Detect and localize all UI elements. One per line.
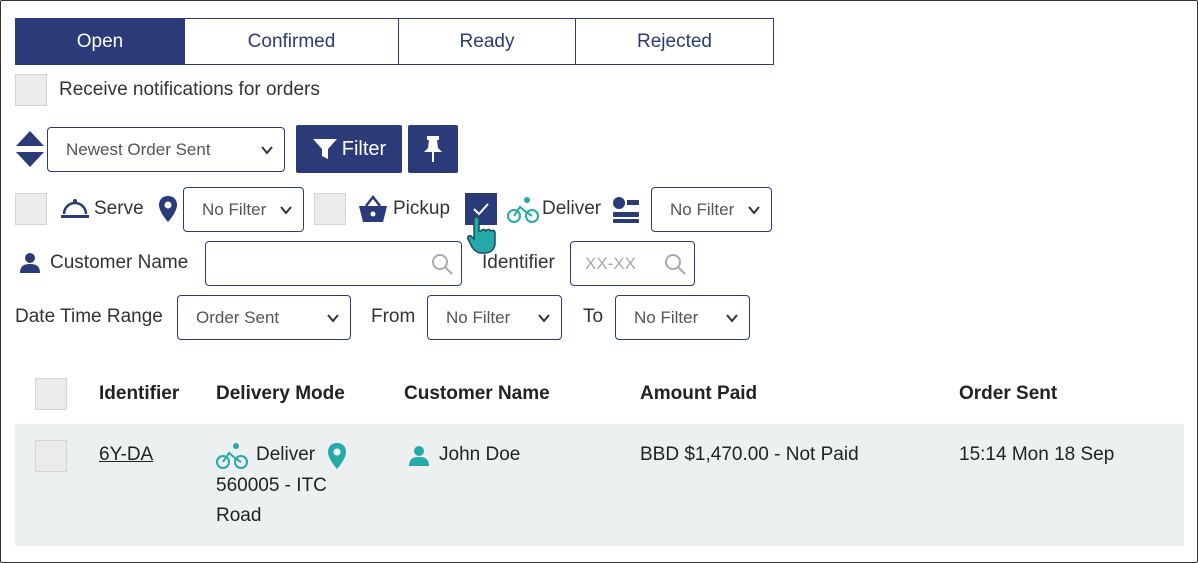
pickup-label: Pickup xyxy=(393,198,451,219)
tab-open[interactable]: Open xyxy=(15,18,185,65)
serve-checkbox[interactable] xyxy=(15,193,47,225)
filter-button[interactable]: Filter xyxy=(296,125,402,173)
identifier-input[interactable]: XX-XX xyxy=(570,241,695,286)
to-label: To xyxy=(583,306,604,327)
chevron-down-icon xyxy=(280,205,292,215)
deliver-label: Deliver xyxy=(542,198,602,219)
row-checkbox[interactable] xyxy=(35,440,67,472)
hand-cursor-icon xyxy=(467,216,496,254)
basket-icon xyxy=(359,195,387,222)
date-range-select[interactable]: Order Sent xyxy=(177,295,351,340)
tab-ready[interactable]: Ready xyxy=(398,18,576,65)
column-header-identifier[interactable]: Identifier xyxy=(99,383,179,405)
date-range-select-value: Order Sent xyxy=(196,307,280,327)
deliver-filter-select-value: No Filter xyxy=(670,199,735,219)
serve-location-select-value: No Filter xyxy=(202,199,267,219)
customer-name-label: Customer Name xyxy=(50,252,189,273)
notifications-label: Receive notifications for orders xyxy=(59,79,320,100)
column-header-customer-name[interactable]: Customer Name xyxy=(404,383,550,405)
customer-name-input[interactable] xyxy=(205,241,462,286)
sort-select-value: Newest Order Sent xyxy=(66,139,211,159)
amount-paid-cell: BBD $1,470.00 - Not Paid xyxy=(640,444,859,465)
to-select-value: No Filter xyxy=(634,307,699,327)
delivery-address-line1: 560005 - ITC xyxy=(216,475,327,496)
location-pin-icon xyxy=(159,196,177,222)
identifier-label: Identifier xyxy=(482,252,555,273)
tab-confirmed[interactable]: Confirmed xyxy=(184,18,399,65)
user-icon xyxy=(409,446,429,466)
location-pin-icon[interactable] xyxy=(327,442,347,470)
from-select-value: No Filter xyxy=(446,307,511,327)
sort-icon[interactable] xyxy=(15,129,45,169)
pickup-checkbox[interactable] xyxy=(314,193,346,225)
serve-location-select[interactable]: No Filter xyxy=(183,187,304,232)
sort-select[interactable]: Newest Order Sent xyxy=(47,127,285,172)
date-range-label: Date Time Range xyxy=(15,306,163,327)
search-icon xyxy=(665,253,686,275)
user-icon xyxy=(20,253,40,273)
filter-options-icon xyxy=(613,197,639,223)
pin-button[interactable] xyxy=(408,125,458,173)
chevron-down-icon xyxy=(261,145,273,155)
bicycle-icon xyxy=(507,197,539,223)
pin-icon xyxy=(424,136,442,162)
select-all-checkbox[interactable] xyxy=(35,378,67,410)
order-identifier-link[interactable]: 6Y-DA xyxy=(99,440,153,470)
identifier-placeholder: XX-XX xyxy=(585,253,637,273)
order-sent-cell: 15:14 Mon 18 Sep xyxy=(959,444,1115,465)
from-select[interactable]: No Filter xyxy=(427,295,562,340)
delivery-address-line2: Road xyxy=(216,505,262,526)
column-header-order-sent[interactable]: Order Sent xyxy=(959,383,1057,405)
filter-button-label: Filter xyxy=(341,137,387,160)
bicycle-icon xyxy=(216,443,248,469)
deliver-filter-select[interactable]: No Filter xyxy=(651,187,772,232)
table-row[interactable]: 6Y-DA Deliver 560005 - ITC Road John Doe… xyxy=(15,424,1184,546)
column-header-amount-paid[interactable]: Amount Paid xyxy=(640,383,757,405)
from-label: From xyxy=(371,306,416,327)
to-select[interactable]: No Filter xyxy=(615,295,750,340)
serve-label: Serve xyxy=(94,198,144,219)
tab-rejected[interactable]: Rejected xyxy=(575,18,774,65)
funnel-icon xyxy=(312,139,337,159)
customer-name-cell: John Doe xyxy=(439,444,521,465)
search-icon xyxy=(432,253,453,275)
chevron-down-icon xyxy=(726,313,738,323)
delivery-mode-text: Deliver xyxy=(256,444,316,465)
chevron-down-icon xyxy=(748,205,760,215)
chevron-down-icon xyxy=(538,313,550,323)
notifications-checkbox[interactable] xyxy=(15,74,47,106)
cloche-icon xyxy=(61,199,89,218)
chevron-down-icon xyxy=(327,313,339,323)
column-header-delivery-mode[interactable]: Delivery Mode xyxy=(216,383,345,405)
